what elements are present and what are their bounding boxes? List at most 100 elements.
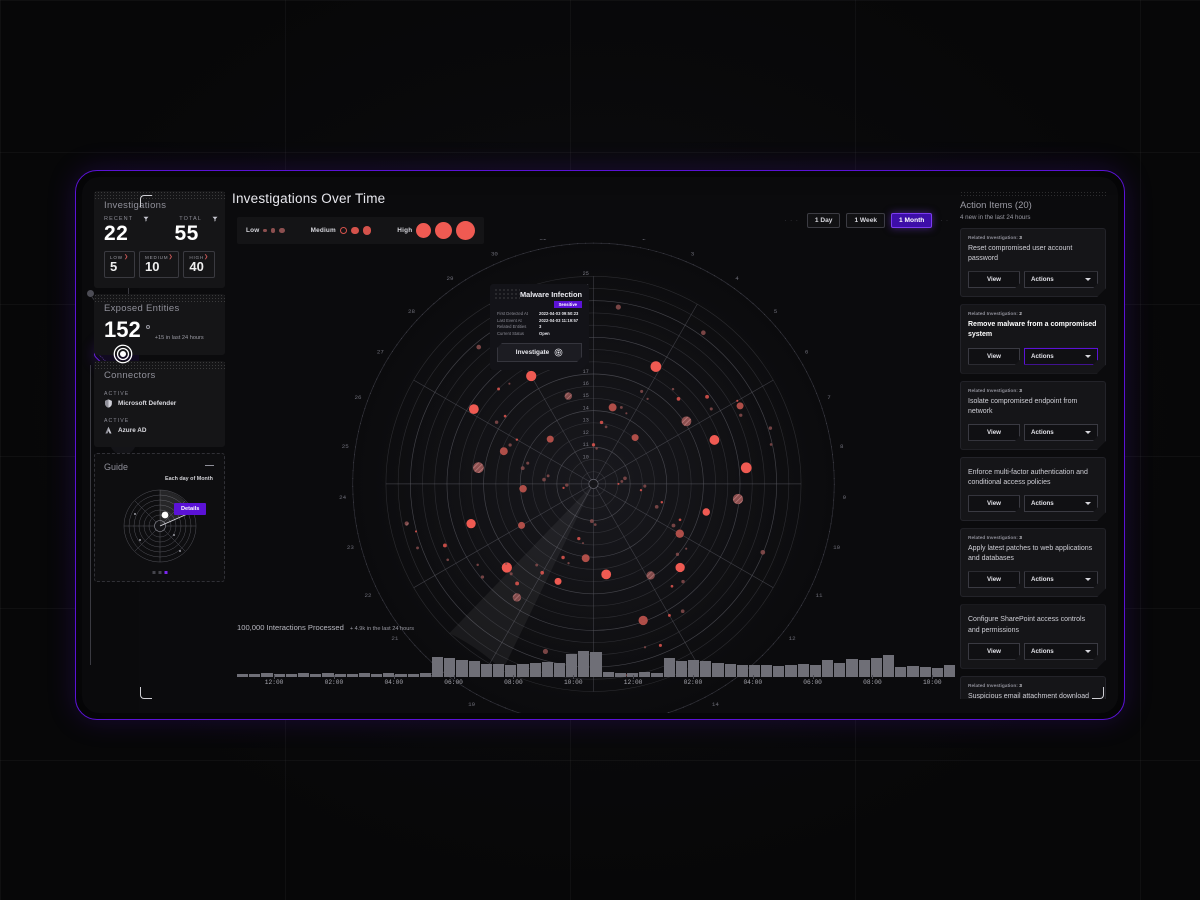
action-item-card[interactable]: Related Investigation: 3Reset compromise… <box>960 228 1106 297</box>
exposed-entities-value: 152 <box>104 317 141 343</box>
polar-data-point[interactable] <box>703 508 710 515</box>
polar-data-point[interactable] <box>473 462 484 473</box>
action-item-card[interactable]: Related Investigation: 3Suspicious email… <box>960 676 1106 699</box>
interaction-bar <box>335 674 346 677</box>
action-items-list: Related Investigation: 3Reset compromise… <box>960 228 1106 699</box>
legend-group-medium: Medium <box>311 226 372 235</box>
guide-card: Guide Each day of Month Details <box>94 453 225 582</box>
polar-data-point[interactable] <box>737 402 744 409</box>
main-chart-panel: Investigations Over Time LowMediumHigh ·… <box>232 191 955 699</box>
guide-pager-dot[interactable] <box>158 571 161 574</box>
time-range-1-week[interactable]: 1 Week <box>846 213 885 228</box>
tooltip-value: 2022-04-03 11:19:57 <box>539 318 578 325</box>
polar-data-point[interactable] <box>476 345 481 350</box>
minimize-icon[interactable] <box>205 465 214 466</box>
polar-data-point[interactable] <box>555 578 562 585</box>
time-range-1-month[interactable]: 1 Month <box>891 213 932 228</box>
polar-data-point[interactable] <box>466 519 475 528</box>
guide-pager[interactable] <box>152 571 167 574</box>
action-item-card[interactable]: Enforce multi-factor authentication and … <box>960 457 1106 521</box>
interaction-bar <box>298 673 309 677</box>
actions-dropdown[interactable]: Actions <box>1024 495 1098 512</box>
polar-data-point[interactable] <box>582 554 590 562</box>
action-item-buttons: ViewActions <box>968 348 1098 365</box>
severity-pill-high[interactable]: HIGH❯40 <box>183 251 215 278</box>
view-button[interactable]: View <box>968 348 1020 365</box>
connector-item[interactable]: Microsoft Defender <box>94 399 225 410</box>
action-item-text: Remove malware from a compromised system <box>968 320 1098 340</box>
polar-data-point-small <box>736 400 738 402</box>
polar-data-point[interactable] <box>526 371 536 381</box>
sensitive-badge: Sensitive <box>554 301 582 308</box>
frame-corner-bl <box>140 687 152 699</box>
actions-dropdown[interactable]: Actions <box>1024 271 1098 288</box>
polar-data-point[interactable] <box>701 330 706 335</box>
guide-details-badge[interactable]: Details <box>174 503 206 515</box>
tooltip-row: Current StatusOpen <box>497 331 582 338</box>
interaction-bar <box>737 665 748 677</box>
polar-radial-label: 16 <box>583 381 589 387</box>
polar-day-tick: 25 <box>342 443 349 450</box>
polar-data-point[interactable] <box>710 435 720 445</box>
guide-pager-dot[interactable] <box>164 571 167 574</box>
chevron-right-icon: ❯ <box>204 254 209 260</box>
action-items-panel[interactable]: Action Items (20) 4 new in the last 24 h… <box>960 191 1106 699</box>
filter-icon[interactable] <box>212 216 218 222</box>
action-item-card[interactable]: Related Investigation: 2Remove malware f… <box>960 304 1106 373</box>
polar-data-point-small <box>640 489 642 491</box>
polar-data-point-small <box>443 544 447 548</box>
view-button[interactable]: View <box>968 643 1020 660</box>
polar-data-point[interactable] <box>500 447 508 455</box>
polar-data-point[interactable] <box>547 436 554 443</box>
polar-data-point[interactable] <box>616 305 621 310</box>
severity-pill-medium[interactable]: MEDIUM❯10 <box>139 251 179 278</box>
polar-data-point[interactable] <box>469 404 479 414</box>
guide-pager-dot[interactable] <box>152 571 155 574</box>
interactions-chart: 100,000 Interactions Processed + 4.9k in… <box>232 623 955 699</box>
polar-data-point[interactable] <box>405 521 409 525</box>
axis-tick-label: 08:00 <box>863 679 882 686</box>
polar-data-point[interactable] <box>513 593 521 601</box>
interaction-bar <box>944 665 955 677</box>
polar-data-point[interactable] <box>646 571 654 579</box>
polar-data-point[interactable] <box>760 550 765 555</box>
polar-data-point-small <box>671 585 674 588</box>
polar-data-point[interactable] <box>601 569 611 579</box>
actions-dropdown[interactable]: Actions <box>1024 643 1098 660</box>
polar-day-tick: 22 <box>365 592 372 599</box>
view-button[interactable]: View <box>968 495 1020 512</box>
action-item-card[interactable]: Related Investigation: 3Isolate compromi… <box>960 381 1106 450</box>
interactions-label: 100,000 Interactions Processed <box>237 623 344 632</box>
polar-data-point[interactable] <box>741 462 752 473</box>
polar-data-point[interactable] <box>651 361 662 372</box>
view-button[interactable]: View <box>968 571 1020 588</box>
view-button[interactable]: View <box>968 424 1020 441</box>
filter-icon[interactable] <box>143 216 149 222</box>
polar-data-point[interactable] <box>519 485 526 492</box>
polar-data-point[interactable] <box>632 434 639 441</box>
polar-data-point[interactable] <box>609 403 617 411</box>
related-investigation: Related Investigation: 3 <box>968 684 1098 689</box>
actions-dropdown[interactable]: Actions <box>1024 424 1098 441</box>
severity-pill-value: 5 <box>110 260 129 275</box>
polar-data-point[interactable] <box>733 494 743 504</box>
time-range-1-day[interactable]: 1 Day <box>807 213 841 228</box>
polar-data-point[interactable] <box>682 416 692 426</box>
polar-data-point[interactable] <box>675 563 684 572</box>
view-button[interactable]: View <box>968 271 1020 288</box>
polar-data-point[interactable] <box>518 522 525 529</box>
actions-dropdown[interactable]: Actions <box>1024 348 1098 365</box>
polar-day-tick: 23 <box>347 544 354 551</box>
action-item-card[interactable]: Configure SharePoint access controls and… <box>960 604 1106 668</box>
polar-day-tick: 5 <box>774 308 778 315</box>
guide-mini-radar <box>104 474 217 566</box>
investigate-button[interactable]: Investigate <box>497 343 582 362</box>
related-investigation: Related Investigation: 3 <box>968 236 1098 241</box>
device-frame: Investigations RECENT TOTAL 22 55 LOW❯5M… <box>75 170 1125 720</box>
actions-dropdown[interactable]: Actions <box>1024 571 1098 588</box>
severity-pill-low[interactable]: LOW❯5 <box>104 251 135 278</box>
connector-item[interactable]: Azure AD <box>94 426 225 437</box>
polar-data-point[interactable] <box>565 392 572 399</box>
action-item-card[interactable]: Related Investigation: 3Apply latest pat… <box>960 528 1106 597</box>
polar-data-point[interactable] <box>676 529 684 537</box>
